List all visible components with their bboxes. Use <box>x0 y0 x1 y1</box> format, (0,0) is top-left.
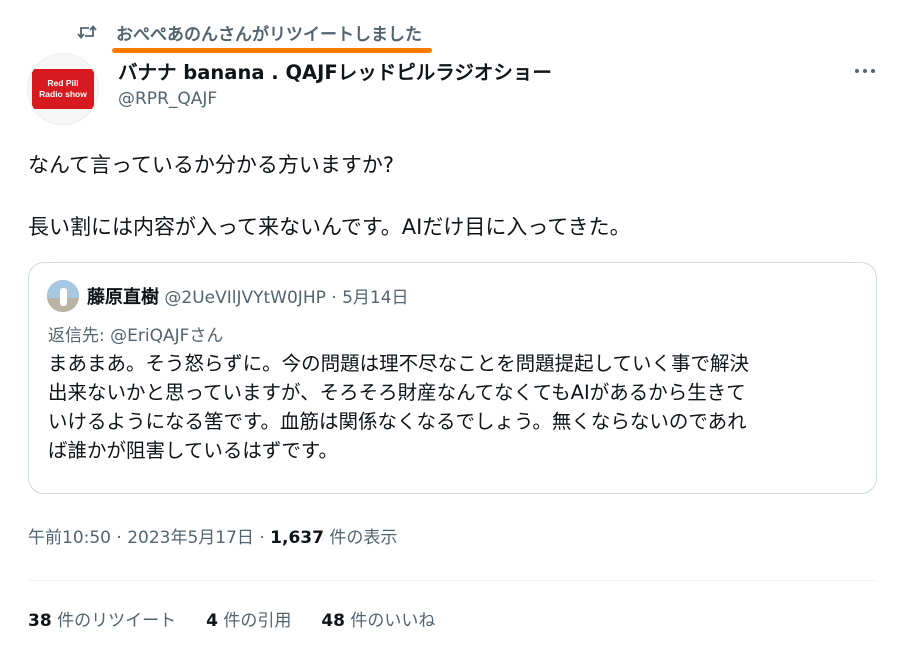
more-options-button[interactable] <box>846 58 884 84</box>
reply-mention-link[interactable]: @EriQAJFさん <box>110 326 223 346</box>
tweet-date[interactable]: 2023年5月17日 <box>127 528 254 548</box>
quote-author-handle[interactable]: @2UeVIlJVYtW0JHP <box>164 288 325 308</box>
highlight-underline <box>112 47 432 53</box>
author-handle[interactable]: @RPR_QAJF <box>118 89 217 109</box>
more-dot-icon <box>863 69 867 73</box>
quotes-stat[interactable]: 4 件の引用 <box>206 606 291 631</box>
quote-body: まあまあ。そう怒らずに。今の問題は理不尽なことを問題提起していく事で解決 出来な… <box>48 349 749 465</box>
author-avatar[interactable]: Red Pill Radio show <box>27 53 99 125</box>
tweet-text-line: なんて言っているか分かる方いますか? <box>28 153 395 177</box>
author-display-name[interactable]: バナナ banana . QAJFレッドピルラジオショー <box>118 56 552 85</box>
avatar-logo: Red Pill Radio show <box>32 69 94 109</box>
likes-stat[interactable]: 48 件のいいね <box>321 606 435 631</box>
quote-author-avatar[interactable] <box>47 280 79 312</box>
quote-body-line: ば誰かが阻害しているはずです。 <box>48 439 338 462</box>
quote-body-line: まあまあ。そう怒らずに。今の問題は理不尽なことを問題提起していく事で解決 <box>48 352 750 375</box>
quote-reply-to: 返信先: @EriQAJFさん <box>48 326 224 346</box>
engagement-stats: 38 件のリツイート 4 件の引用 48 件のいいね <box>28 606 465 631</box>
quoted-tweet-card[interactable]: 藤原直樹 @2UeVIlJVYtW0JHP · 5月14日 返信先: @EriQ… <box>28 262 877 494</box>
view-count: 1,637 <box>270 528 324 548</box>
retweet-banner[interactable]: おぺぺあのんさんがリツイートしました <box>76 14 432 53</box>
tweet-time[interactable]: 午前10:50 <box>28 528 111 548</box>
tweet-timestamp: 午前10:50 · 2023年5月17日 · 1,637 件の表示 <box>28 528 398 548</box>
quote-separator: · <box>331 288 337 308</box>
quote-date[interactable]: 5月14日 <box>342 288 408 308</box>
quote-body-line: 出来ないかと思っていますが、そろそろ財産なんてなくてもAIがあるから生きて <box>48 381 746 404</box>
view-count-label: 件の表示 <box>329 528 398 548</box>
retweeted-by-text[interactable]: おぺぺあのんさんがリツイートしました <box>112 20 432 53</box>
quote-body-line: いけるようになる筈です。血筋は関係なくなるでしょう。無くならないのであれ <box>48 410 747 433</box>
quote-header: 藤原直樹 @2UeVIlJVYtW0JHP · 5月14日 <box>87 283 409 309</box>
tweet-text-line: 長い割には内容が入って来ないんです。AIだけ目に入ってきた。 <box>28 215 631 239</box>
more-dot-icon <box>871 69 875 73</box>
divider <box>28 580 877 581</box>
quote-author-name[interactable]: 藤原直樹 <box>87 287 159 308</box>
more-dot-icon <box>855 69 859 73</box>
retweets-stat[interactable]: 38 件のリツイート <box>28 606 176 631</box>
retweet-icon <box>76 21 98 43</box>
